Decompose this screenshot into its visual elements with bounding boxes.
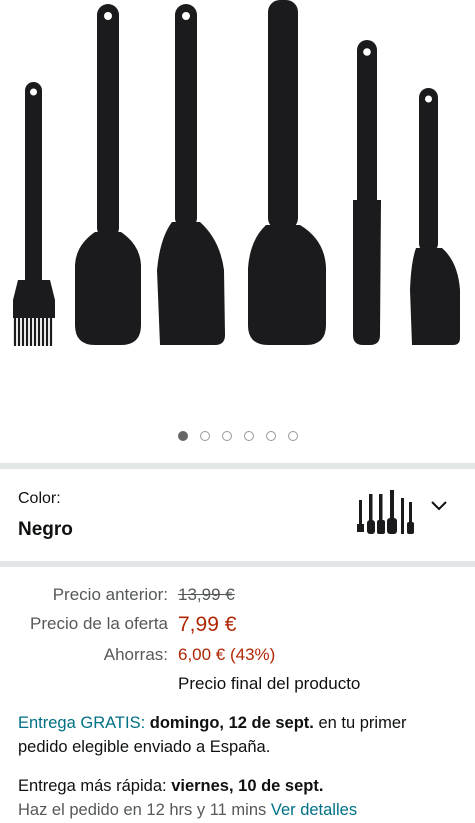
offer-price-value: 7,99 € — [178, 613, 237, 636]
utensil-brush — [13, 82, 55, 346]
gallery-dot[interactable] — [199, 431, 210, 441]
free-delivery-date: domingo, 12 de sept. — [149, 714, 314, 732]
savings-row: Ahorras: 6,00 € (43%) — [0, 645, 475, 673]
utensil-large-spoonula — [248, 0, 326, 345]
final-price-note: Precio final del producto — [178, 674, 361, 693]
free-delivery-message: Entrega GRATIS: domingo, 12 de sept. en … — [18, 711, 458, 759]
offer-price-label: Precio de la oferta — [30, 614, 168, 633]
gallery-dot[interactable] — [177, 431, 188, 441]
see-details-link[interactable]: Ver detalles — [271, 801, 357, 819]
previous-price-value: 13,99 € — [178, 585, 235, 604]
previous-price-label: Precio anterior: — [52, 585, 168, 604]
offer-price-row: Precio de la oferta 7,99 € — [0, 613, 475, 641]
color-selector[interactable]: Color: Negro — [0, 472, 475, 562]
utensil-narrow-spatula — [353, 40, 381, 345]
gallery-pagination — [0, 428, 475, 446]
utensil-spoon-spatula — [75, 4, 141, 345]
color-value: Negro — [18, 519, 73, 540]
product-image[interactable] — [0, 0, 475, 420]
gallery-dot[interactable] — [243, 431, 254, 441]
utensil-set-thumbnail-icon — [357, 490, 414, 534]
gallery-dot[interactable] — [221, 431, 232, 441]
gallery-dot[interactable] — [265, 431, 276, 441]
fast-delivery-date: viernes, 10 de sept. — [171, 777, 324, 795]
gallery-dot[interactable] — [287, 431, 298, 441]
previous-price-row: Precio anterior: 13,99 € — [0, 585, 475, 613]
fast-delivery-message: Entrega más rápida: viernes, 10 de sept.… — [18, 774, 458, 822]
order-countdown: Haz el pedido en 12 hrs y 11 mins — [18, 801, 267, 819]
utensil-angled-spatula — [157, 4, 225, 345]
section-divider — [0, 463, 475, 469]
section-divider — [0, 561, 475, 567]
color-label: Color: — [18, 490, 61, 507]
fast-delivery-label: Entrega más rápida: — [18, 777, 167, 795]
chevron-down-icon[interactable] — [430, 500, 448, 512]
free-delivery-label[interactable]: Entrega GRATIS: — [18, 714, 145, 732]
product-image-gallery[interactable] — [0, 0, 475, 462]
utensil-small-spatula — [410, 88, 460, 345]
savings-label: Ahorras: — [103, 645, 168, 664]
savings-value: 6,00 € (43%) — [178, 645, 276, 664]
